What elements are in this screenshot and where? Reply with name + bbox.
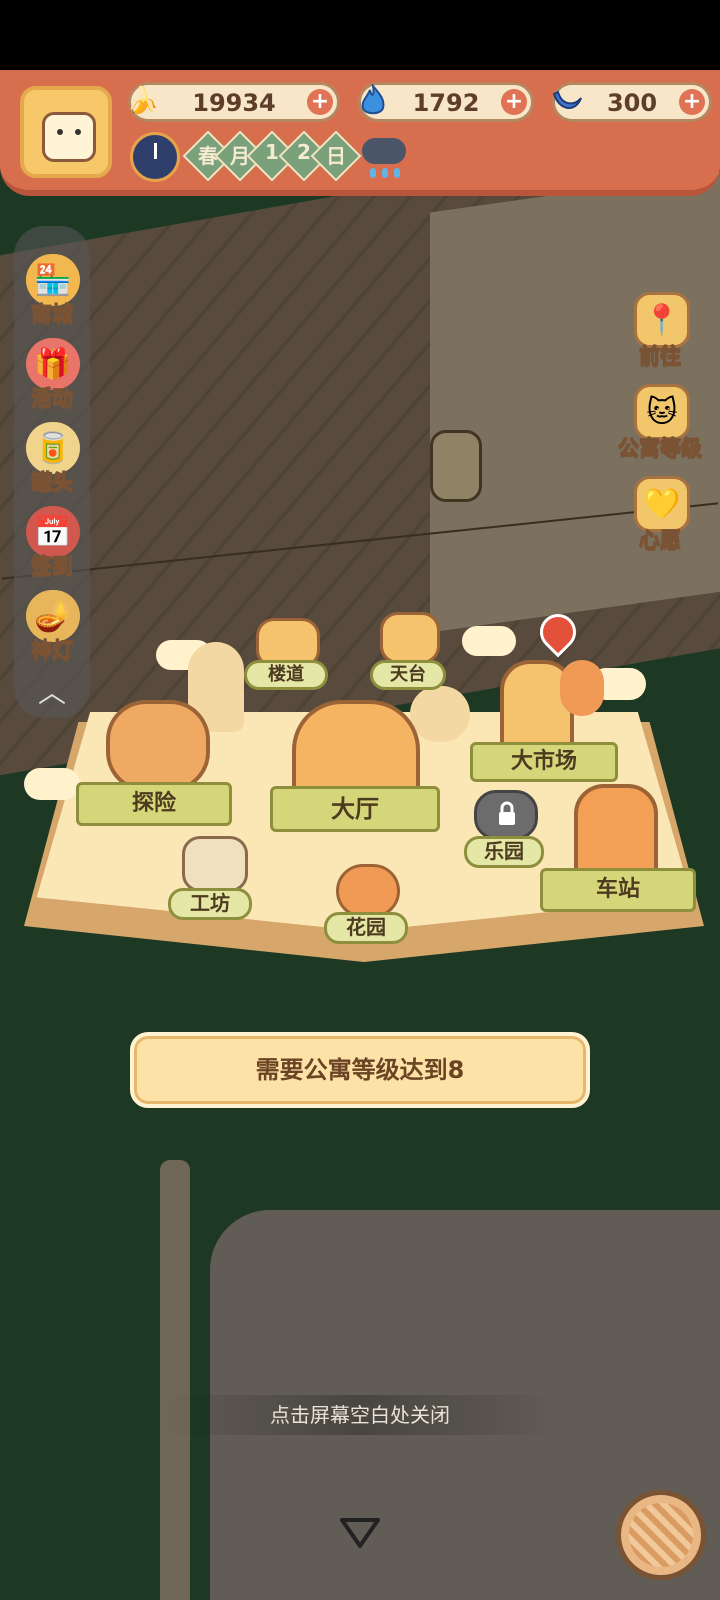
rain-cloud-icon[interactable] (360, 132, 408, 180)
building-station[interactable]: 车站 (540, 784, 700, 914)
corridor-label: 楼道 (244, 660, 328, 690)
left-side-menu: 🏪 商城 🎁 活动 🥫 罐头 📅 签到 🪔 神灯 ︿ (14, 226, 90, 718)
menu-label: 签到 (31, 554, 74, 579)
hall-label: 大厅 (270, 786, 440, 832)
menu-label: 商城 (31, 302, 74, 327)
workshop-label: 工坊 (168, 888, 252, 920)
building-market[interactable]: 大市场 (470, 606, 620, 790)
market-label: 大市场 (470, 742, 618, 782)
locked-cat-badge (474, 790, 538, 840)
level-requirement-notice: 需要公寓等级达到8 (130, 1032, 590, 1108)
flame-count: 1792 (412, 89, 480, 117)
station-label: 车站 (540, 868, 696, 912)
blue-banana-count: 300 (606, 89, 658, 117)
avatar-face-icon (42, 112, 96, 162)
hall-icon (292, 700, 420, 796)
blue-banana-icon (545, 79, 589, 123)
garden-label: 花园 (324, 912, 408, 944)
blue-flame-icon (351, 79, 395, 123)
menu-item-activity[interactable]: 🎁 活动 (20, 338, 84, 418)
rooftop-icon (380, 612, 440, 664)
yarn-ball-button[interactable] (616, 1490, 706, 1580)
flower-icon (336, 864, 400, 918)
menu-item-shop[interactable]: 🏪 商城 (20, 254, 84, 334)
market-tree-icon (560, 660, 604, 716)
building-corridor[interactable]: 楼道 (244, 618, 328, 698)
date-day-char: 日 (326, 144, 346, 168)
clock-icon (130, 132, 180, 182)
menu-item-goto[interactable]: 📍 前往 (610, 292, 710, 382)
menu-label: 罐头 (31, 470, 74, 495)
park-label: 乐园 (464, 836, 544, 868)
building-explore[interactable]: 探险 (76, 700, 236, 830)
building-rooftop[interactable]: 天台 (366, 612, 446, 692)
lock-icon (499, 801, 515, 825)
banana-count: 19934 (192, 89, 276, 117)
menu-label: 神灯 (31, 638, 74, 663)
building-hall[interactable]: 大厅 (270, 700, 440, 840)
add-flame-button[interactable]: + (501, 89, 527, 115)
player-avatar[interactable] (20, 86, 112, 178)
top-hud: 🍌 19934 + 1792 + 300 + 春 月 1 2 日 (0, 70, 720, 196)
cloud-decoration (24, 768, 80, 800)
explore-label: 探险 (76, 782, 232, 826)
collapse-chevron-up-icon[interactable]: ︿ (34, 678, 70, 708)
tap-to-close-hint: 点击屏幕空白处关闭 (160, 1395, 560, 1435)
banana-currency: 🍌 19934 + (127, 82, 340, 122)
menu-label: 前往 (639, 344, 682, 369)
menu-label: 心愿 (639, 528, 682, 553)
add-blue-banana-button[interactable]: + (679, 89, 705, 115)
flame-currency: 1792 + (358, 82, 534, 122)
building-workshop[interactable]: 工坊 (168, 836, 258, 920)
menu-item-apartment-level[interactable]: 🐱 公寓等级 (610, 384, 710, 474)
rooftop-label: 天台 (370, 660, 446, 690)
down-arrow-icon[interactable] (338, 1516, 382, 1550)
explore-icon (106, 700, 210, 792)
building-garden[interactable]: 花园 (324, 864, 408, 944)
banana-icon: 🍌 (126, 86, 160, 116)
menu-item-wish[interactable]: 💛 心愿 (610, 476, 710, 566)
menu-item-checkin[interactable]: 📅 签到 (20, 506, 84, 586)
menu-label: 活动 (31, 386, 74, 411)
add-banana-button[interactable]: + (307, 89, 333, 115)
blue-banana-currency: 300 + (552, 82, 712, 122)
menu-item-magic-lamp[interactable]: 🪔 神灯 (20, 590, 84, 670)
menu-item-can[interactable]: 🥫 罐头 (20, 422, 84, 502)
workshop-tools-icon (182, 836, 248, 892)
menu-label: 公寓等级 (618, 436, 703, 461)
status-bar (0, 0, 720, 70)
